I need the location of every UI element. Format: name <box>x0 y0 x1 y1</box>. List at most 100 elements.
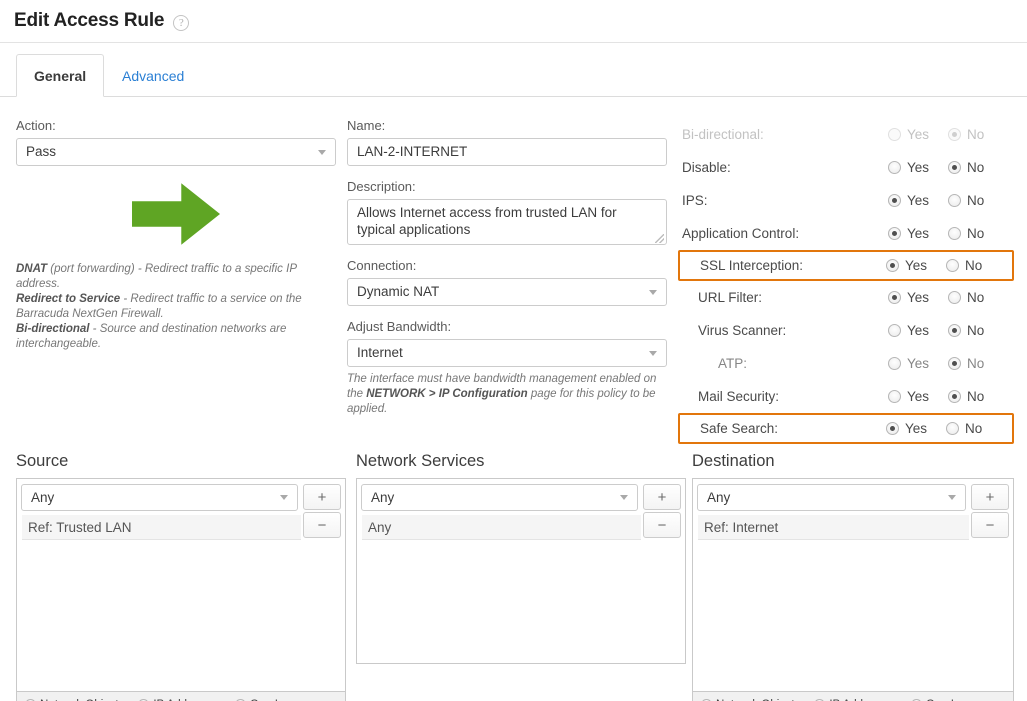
option-atp-no[interactable]: No <box>948 356 1008 371</box>
radio-atp-yes-icon[interactable] <box>888 357 901 370</box>
bandwidth-help-text: The interface must have bandwidth manage… <box>347 372 667 417</box>
option-choices-virus-scanner: Yes No <box>888 314 1008 347</box>
tab-general[interactable]: General <box>16 54 105 97</box>
option-row-bi-directional: Bi-directional: Yes No <box>680 118 1012 151</box>
option-row-application-control: Application Control: Yes No <box>680 217 1012 250</box>
action-select[interactable]: Pass <box>16 138 336 166</box>
radio-ssl-interception-yes-icon[interactable] <box>886 259 899 272</box>
help-circle-icon[interactable]: ? <box>173 14 190 31</box>
source-panel-footer: Network Objects IP Addresses Geo Loc. <box>16 692 346 701</box>
option-ips-yes[interactable]: Yes <box>888 193 948 208</box>
option-application-control-yes-label: Yes <box>907 226 930 241</box>
radio-url-filter-yes-icon[interactable] <box>888 291 901 304</box>
destination-select[interactable]: Any <box>697 484 966 511</box>
bandwidth-select-value: Internet <box>357 345 403 360</box>
chevron-down-icon <box>649 351 657 356</box>
destination-panel-title: Destination <box>692 452 775 470</box>
option-label-virus-scanner: Virus Scanner: <box>698 323 787 338</box>
network-services-remove-button[interactable]: − <box>643 512 681 538</box>
name-label: Name: <box>347 118 386 133</box>
option-row-mail-security: Mail Security: Yes No <box>680 380 1012 413</box>
help-line-bidirectional-term: Bi-directional <box>16 323 90 335</box>
option-row-virus-scanner: Virus Scanner: Yes No <box>680 314 1012 347</box>
option-label-disable: Disable: <box>682 160 731 175</box>
source-add-button[interactable]: + <box>303 484 341 510</box>
option-row-safe-search: Safe Search: Yes No <box>678 413 1014 444</box>
destination-list-item[interactable]: Ref: Internet <box>698 515 969 540</box>
option-virus-scanner-yes[interactable]: Yes <box>888 323 948 338</box>
option-application-control-yes[interactable]: Yes <box>888 226 948 241</box>
radio-disable-yes-icon[interactable] <box>888 161 901 174</box>
option-mail-security-yes[interactable]: Yes <box>888 389 948 404</box>
option-application-control-no-label: No <box>967 226 985 241</box>
radio-application-control-yes-icon[interactable] <box>888 227 901 240</box>
option-application-control-no[interactable]: No <box>948 226 1008 241</box>
radio-ips-yes-icon[interactable] <box>888 194 901 207</box>
option-safe-search-yes[interactable]: Yes <box>886 421 946 436</box>
source-list-item[interactable]: Ref: Trusted LAN <box>22 515 301 540</box>
destination-panel-box: Any + − Ref: Internet <box>692 478 1014 692</box>
source-panel-title: Source <box>16 452 69 470</box>
radio-mail-security-no-icon[interactable] <box>948 390 961 403</box>
description-textarea[interactable]: Allows Internet access from trusted LAN … <box>347 199 667 245</box>
option-ips-no[interactable]: No <box>948 193 1008 208</box>
option-ssl-interception-yes[interactable]: Yes <box>886 258 946 273</box>
option-safe-search-no-label: No <box>965 421 983 436</box>
radio-disable-no-icon[interactable] <box>948 161 961 174</box>
radio-virus-scanner-no-icon[interactable] <box>948 324 961 337</box>
option-url-filter-no[interactable]: No <box>948 290 1008 305</box>
source-select[interactable]: Any <box>21 484 298 511</box>
option-disable-yes[interactable]: Yes <box>888 160 948 175</box>
option-mail-security-no[interactable]: No <box>948 389 1008 404</box>
network-services-list-item[interactable]: Any <box>362 515 641 540</box>
radio-mail-security-yes-icon[interactable] <box>888 390 901 403</box>
page-header: Edit Access Rule ? <box>0 0 1027 42</box>
option-virus-scanner-yes-label: Yes <box>907 323 930 338</box>
radio-safe-search-yes-icon[interactable] <box>886 422 899 435</box>
option-label-safe-search: Safe Search: <box>700 421 779 436</box>
resize-grip-icon[interactable] <box>655 234 664 243</box>
radio-url-filter-no-icon[interactable] <box>948 291 961 304</box>
radio-application-control-no-icon[interactable] <box>948 227 961 240</box>
option-virus-scanner-no[interactable]: No <box>948 323 1008 338</box>
option-row-atp: ATP: Yes No <box>680 347 1012 380</box>
radio-atp-no-icon[interactable] <box>948 357 961 370</box>
destination-select-value: Any <box>707 490 731 505</box>
option-disable-no[interactable]: No <box>948 160 1008 175</box>
name-input[interactable]: LAN-2-INTERNET <box>347 138 667 166</box>
option-label-atp: ATP: <box>718 356 748 371</box>
radio-safe-search-no-icon[interactable] <box>946 422 959 435</box>
connection-select[interactable]: Dynamic NAT <box>347 278 667 306</box>
description-value: Allows Internet access from trusted LAN … <box>357 205 617 237</box>
option-bi-directional-no: No <box>948 127 1008 142</box>
option-safe-search-no[interactable]: No <box>946 421 1006 436</box>
source-remove-button[interactable]: − <box>303 512 341 538</box>
option-choices-ips: Yes No <box>888 184 1008 217</box>
network-services-select[interactable]: Any <box>361 484 638 511</box>
options-column: Bi-directional: Yes No Disable: Yes No IPS: Yes… <box>678 118 1014 444</box>
radio-ips-no-icon[interactable] <box>948 194 961 207</box>
option-atp-yes[interactable]: Yes <box>888 356 948 371</box>
help-line-bidirectional: Bi-directional - Source and destination … <box>16 322 336 352</box>
option-atp-yes-label: Yes <box>907 356 930 371</box>
option-ssl-interception-no[interactable]: No <box>946 258 1006 273</box>
destination-add-button[interactable]: + <box>971 484 1009 510</box>
tab-advanced[interactable]: Advanced <box>104 54 202 97</box>
option-bi-directional-no-label: No <box>967 127 985 142</box>
option-url-filter-yes[interactable]: Yes <box>888 290 948 305</box>
radio-virus-scanner-yes-icon[interactable] <box>888 324 901 337</box>
network-services-panel-buttons: + − <box>643 484 681 538</box>
option-label-application-control: Application Control: <box>682 226 800 241</box>
option-disable-no-label: No <box>967 160 985 175</box>
option-ssl-interception-no-label: No <box>965 258 983 273</box>
chevron-down-icon <box>948 495 956 500</box>
option-disable-yes-label: Yes <box>907 160 930 175</box>
option-row-disable: Disable: Yes No <box>680 151 1012 184</box>
option-mail-security-yes-label: Yes <box>907 389 930 404</box>
destination-remove-button[interactable]: − <box>971 512 1009 538</box>
radio-ssl-interception-no-icon[interactable] <box>946 259 959 272</box>
help-line-redirect-term: Redirect to Service <box>16 293 121 305</box>
network-services-add-button[interactable]: + <box>643 484 681 510</box>
edit-access-rule-page: Edit Access Rule ? General Advanced Acti… <box>0 0 1027 701</box>
bandwidth-select[interactable]: Internet <box>347 339 667 367</box>
